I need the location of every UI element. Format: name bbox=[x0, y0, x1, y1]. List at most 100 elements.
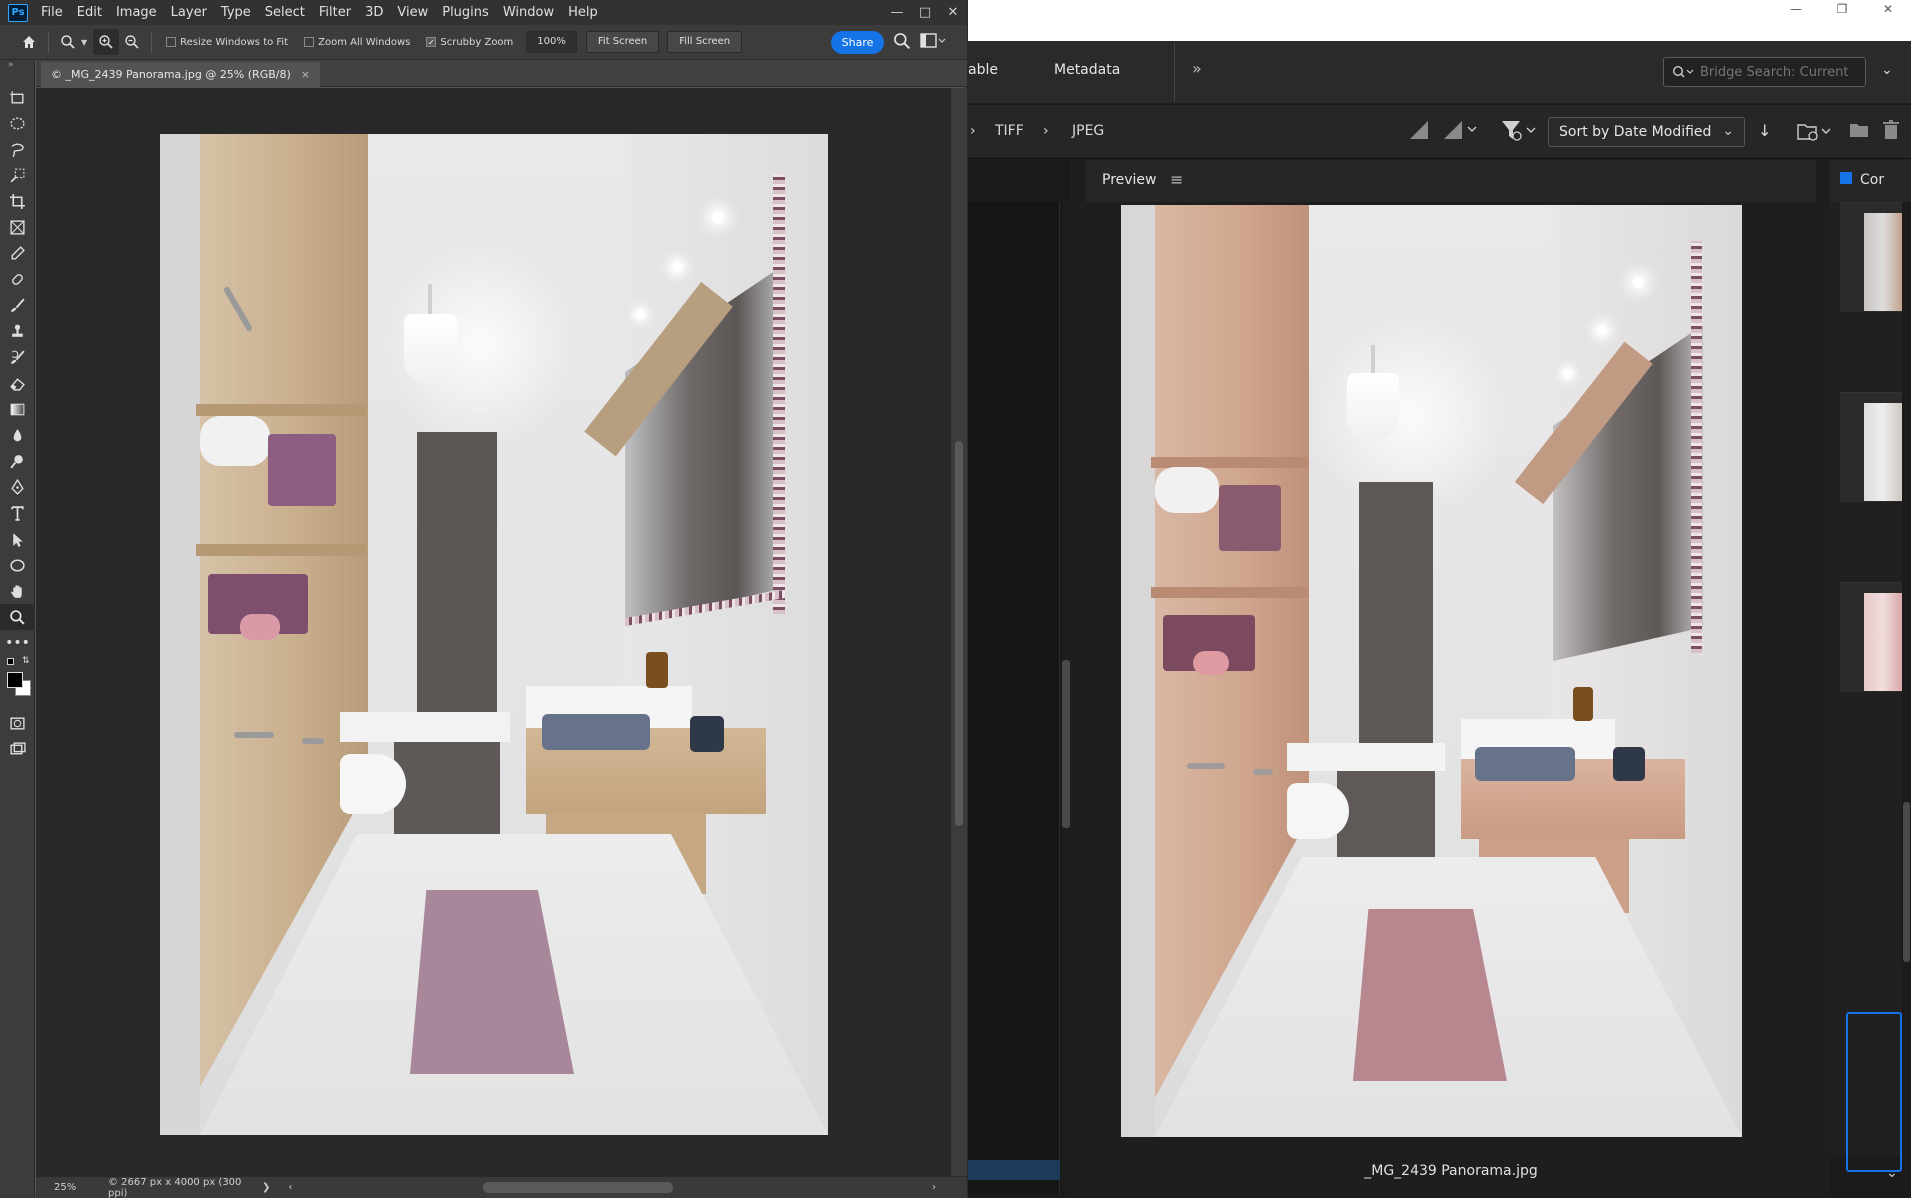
object-selection-tool-icon[interactable] bbox=[0, 162, 35, 188]
zoom-percent-field[interactable]: 100% bbox=[526, 31, 577, 53]
collapse-icon[interactable]: » bbox=[0, 60, 34, 70]
filter-items-icon[interactable] bbox=[1500, 119, 1540, 146]
resize-windows-checkbox[interactable]: Resize Windows to Fit bbox=[166, 37, 288, 48]
trash-icon[interactable] bbox=[1880, 119, 1902, 144]
ps-minimize-icon[interactable]: — bbox=[883, 0, 911, 25]
home-icon[interactable] bbox=[16, 29, 42, 55]
pen-tool-icon[interactable] bbox=[0, 474, 35, 500]
foreground-color-swatch[interactable] bbox=[7, 672, 23, 688]
marquee-tool-icon[interactable] bbox=[0, 110, 35, 136]
fill-screen-button[interactable]: Fill Screen bbox=[667, 31, 743, 53]
fit-screen-button[interactable]: Fit Screen bbox=[585, 31, 660, 53]
menu-edit[interactable]: Edit bbox=[70, 0, 109, 25]
menu-type[interactable]: Type bbox=[214, 0, 258, 25]
thumbnail-item[interactable] bbox=[1840, 392, 1902, 502]
selected-thumbnail-frame[interactable] bbox=[1846, 1012, 1902, 1172]
search-icon[interactable] bbox=[893, 32, 911, 53]
tab-metadata[interactable]: Metadata bbox=[1054, 62, 1120, 78]
menu-layer[interactable]: Layer bbox=[164, 0, 214, 25]
crop-tool-icon[interactable] bbox=[0, 188, 35, 214]
eraser-tool-icon[interactable] bbox=[0, 370, 35, 396]
chevron-down-icon[interactable]: ▼ bbox=[81, 38, 87, 47]
menu-file[interactable]: File bbox=[34, 0, 70, 25]
chevron-down-icon[interactable]: ⌄ bbox=[1886, 1165, 1898, 1181]
brush-tool-icon[interactable] bbox=[0, 292, 35, 318]
scrubby-zoom-checkbox[interactable]: ✓ Scrubby Zoom bbox=[426, 37, 513, 48]
swap-colors-icon[interactable]: ⇅ bbox=[22, 656, 30, 666]
ps-close-icon[interactable]: ✕ bbox=[939, 0, 967, 25]
quality-filter-icon[interactable] bbox=[1442, 119, 1480, 144]
content-scrollbar[interactable] bbox=[1902, 202, 1911, 1157]
zoom-tool-preset-icon[interactable] bbox=[55, 29, 81, 55]
screen-mode-icon[interactable] bbox=[0, 736, 35, 762]
ps-vertical-scroll-thumb[interactable] bbox=[955, 441, 963, 826]
chevron-down-icon[interactable]: ⌄ bbox=[1881, 62, 1893, 78]
zoom-out-icon[interactable] bbox=[119, 29, 145, 55]
selected-folder-row[interactable] bbox=[968, 1160, 1060, 1180]
more-tools-icon[interactable]: ••• bbox=[0, 630, 35, 656]
panel-menu-icon[interactable]: ≡ bbox=[1170, 170, 1183, 189]
scroll-right-icon[interactable]: › bbox=[932, 1182, 936, 1193]
status-arrow-icon[interactable]: ❯ bbox=[262, 1182, 270, 1193]
ellipse-tool-icon[interactable] bbox=[0, 552, 35, 578]
menu-help[interactable]: Help bbox=[561, 0, 605, 25]
content-thumbnails[interactable] bbox=[1830, 202, 1902, 1172]
rating-filter-icon[interactable] bbox=[1408, 119, 1430, 144]
preview-image[interactable] bbox=[1121, 205, 1742, 1137]
lasso-tool-icon[interactable] bbox=[0, 136, 35, 162]
workspace-icon[interactable] bbox=[920, 32, 946, 53]
recent-folders-icon[interactable] bbox=[1796, 119, 1834, 146]
dodge-tool-icon[interactable] bbox=[0, 448, 35, 474]
bridge-restore-icon[interactable]: ❐ bbox=[1819, 0, 1865, 18]
folders-panel[interactable] bbox=[968, 202, 1060, 1194]
sort-dropdown[interactable]: Sort by Date Modified ⌄ bbox=[1548, 117, 1745, 147]
menu-image[interactable]: Image bbox=[109, 0, 164, 25]
new-folder-icon[interactable] bbox=[1848, 119, 1870, 144]
eyedropper-tool-icon[interactable] bbox=[0, 240, 35, 266]
move-artboard-tool-icon[interactable] bbox=[0, 84, 35, 110]
blur-tool-icon[interactable] bbox=[0, 422, 35, 448]
breadcrumb-tiff[interactable]: TIFF bbox=[995, 123, 1024, 139]
sort-direction-icon[interactable]: ↓ bbox=[1758, 121, 1771, 140]
ps-maximize-icon[interactable]: □ bbox=[911, 0, 939, 25]
content-scroll-thumb[interactable] bbox=[1903, 802, 1910, 962]
type-tool-icon[interactable] bbox=[0, 500, 35, 526]
ps-canvas-area[interactable] bbox=[36, 88, 951, 1176]
hand-tool-icon[interactable] bbox=[0, 578, 35, 604]
quick-mask-icon[interactable] bbox=[0, 710, 35, 736]
tab-partial[interactable]: able bbox=[968, 62, 998, 78]
breadcrumb-jpeg[interactable]: JPEG bbox=[1072, 123, 1104, 139]
menu-plugins[interactable]: Plugins bbox=[435, 0, 496, 25]
menu-view[interactable]: View bbox=[390, 0, 435, 25]
menu-filter[interactable]: Filter bbox=[312, 0, 358, 25]
zoom-in-icon[interactable] bbox=[93, 29, 120, 55]
bridge-minimize-icon[interactable]: — bbox=[1773, 0, 1819, 18]
zoom-tool-icon[interactable] bbox=[0, 604, 35, 630]
folders-scrollbar[interactable] bbox=[1062, 202, 1070, 1192]
folders-scroll-thumb[interactable] bbox=[1062, 660, 1070, 828]
menu-select[interactable]: Select bbox=[258, 0, 312, 25]
menu-3d[interactable]: 3D bbox=[358, 0, 390, 25]
path-selection-tool-icon[interactable] bbox=[0, 526, 35, 552]
scroll-left-icon[interactable]: ‹ bbox=[288, 1182, 292, 1193]
default-colors-icon[interactable] bbox=[7, 658, 14, 665]
status-zoom[interactable]: 25% bbox=[54, 1182, 94, 1193]
healing-brush-tool-icon[interactable] bbox=[0, 266, 35, 292]
ps-vertical-scrollbar[interactable] bbox=[951, 88, 967, 1176]
document-tab[interactable]: © _MG_2439 Panorama.jpg @ 25% (RGB/8) × bbox=[41, 62, 320, 87]
history-brush-tool-icon[interactable] bbox=[0, 344, 35, 370]
share-button[interactable]: Share bbox=[831, 31, 884, 54]
menu-window[interactable]: Window bbox=[496, 0, 561, 25]
thumbnail-item[interactable] bbox=[1840, 582, 1902, 692]
close-tab-icon[interactable]: × bbox=[301, 62, 310, 87]
clone-stamp-tool-icon[interactable] bbox=[0, 318, 35, 344]
bridge-close-icon[interactable]: ✕ bbox=[1865, 0, 1911, 18]
gradient-tool-icon[interactable] bbox=[0, 396, 35, 422]
ps-horizontal-scroll-thumb[interactable] bbox=[483, 1182, 673, 1193]
thumbnail-item[interactable] bbox=[1840, 202, 1902, 312]
more-workspaces-icon[interactable]: » bbox=[1192, 59, 1202, 78]
bridge-search-box[interactable] bbox=[1663, 57, 1866, 87]
bridge-search-input[interactable] bbox=[1700, 64, 1850, 80]
frame-tool-icon[interactable] bbox=[0, 214, 35, 240]
zoom-all-windows-checkbox[interactable]: Zoom All Windows bbox=[304, 37, 410, 48]
